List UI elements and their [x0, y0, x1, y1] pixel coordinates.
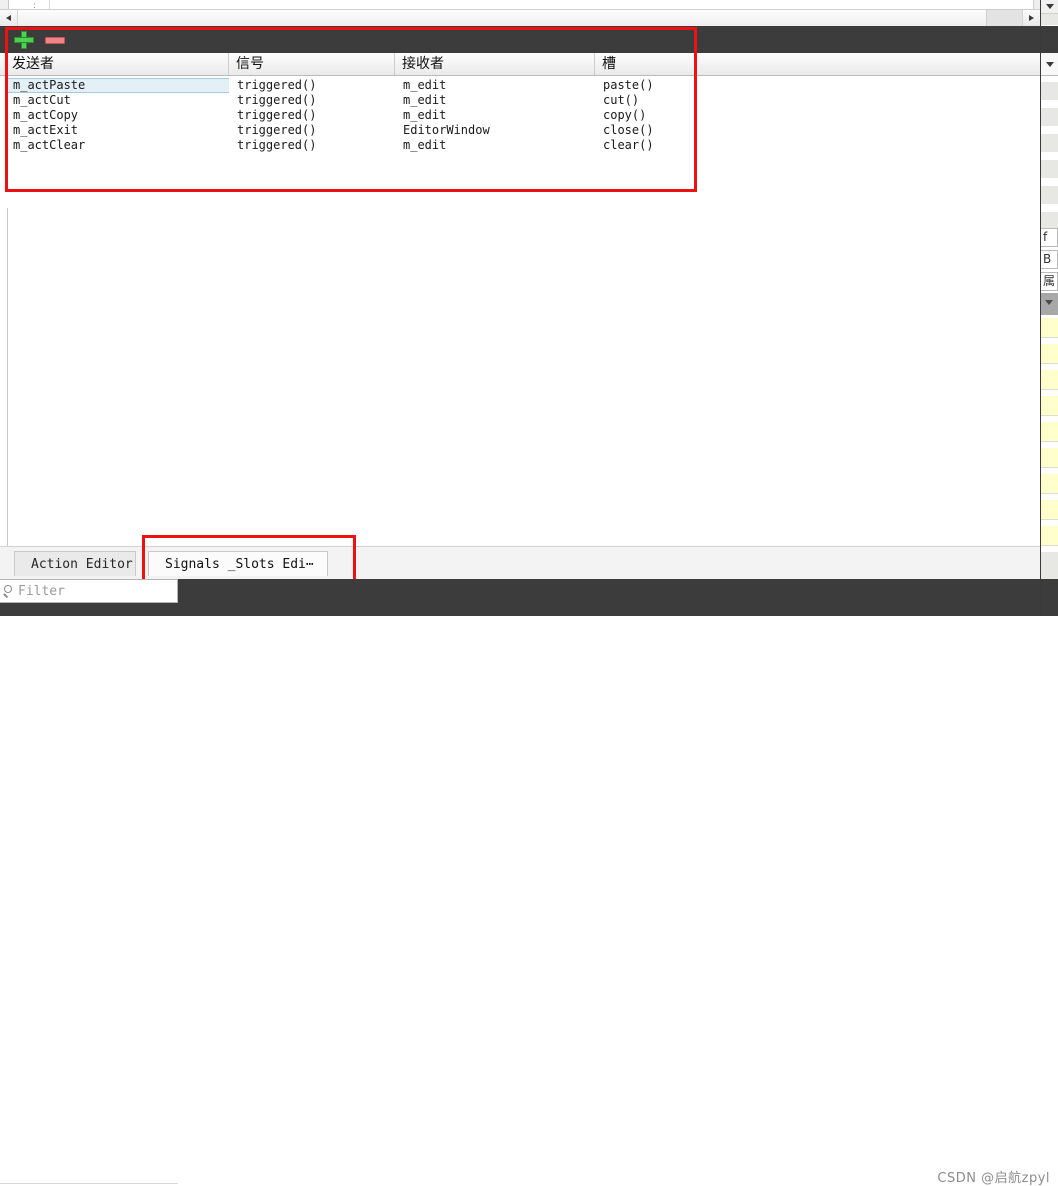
cell-receiver[interactable]: EditorWindow: [395, 123, 595, 138]
cell-receiver[interactable]: m_edit: [395, 93, 595, 108]
filter-underline: [0, 1183, 178, 1184]
connections-table-body: m_actPaste triggered() m_edit paste() m_…: [0, 76, 1040, 546]
right-panel-bottom-dark: [1041, 579, 1058, 616]
right-panel-band: [1041, 108, 1058, 126]
cell-slot[interactable]: copy(): [595, 108, 1040, 123]
arrow-left-icon: [6, 15, 11, 21]
cell-receiver[interactable]: m_edit: [395, 138, 595, 153]
filter-input[interactable]: Filter: [0, 579, 178, 603]
editor-tab-bar: Action Editor Signals _Slots Edi⋯: [0, 546, 1040, 579]
table-row[interactable]: m_actClear triggered() m_edit clear(): [0, 138, 1040, 153]
column-header-signal[interactable]: 信号: [229, 53, 395, 75]
remove-connection-button[interactable]: [45, 37, 65, 44]
column-header-sender[interactable]: 发送者: [5, 53, 229, 75]
cell-signal[interactable]: triggered(): [229, 108, 395, 123]
watermark: CSDN @启航zpyl: [937, 1171, 1050, 1186]
cell-sender[interactable]: m_actCut: [5, 93, 229, 108]
cell-signal[interactable]: triggered(): [229, 138, 395, 153]
right-panel-band: [1041, 160, 1058, 178]
right-panel-band: [1041, 552, 1058, 579]
table-row[interactable]: m_actCopy triggered() m_edit copy(): [0, 108, 1040, 123]
add-connection-button[interactable]: [14, 31, 34, 49]
scroll-right-button[interactable]: [1022, 10, 1040, 26]
table-row[interactable]: m_actPaste triggered() m_edit paste(): [0, 78, 1040, 93]
search-icon-handle: [3, 593, 9, 598]
right-panel-property-cell[interactable]: [1041, 448, 1058, 468]
right-panel-property-cell[interactable]: [1041, 396, 1058, 416]
arrow-right-icon: [1029, 15, 1034, 21]
cell-slot[interactable]: close(): [595, 123, 1040, 138]
tab-signals-slots-editor[interactable]: Signals _Slots Edi⋯: [148, 551, 328, 576]
right-panel-band: [1041, 186, 1058, 204]
signal-slot-editor-panel: 发送者 信号 接收者 槽 m_actPaste triggered() m_ed…: [0, 26, 1040, 546]
cell-sender[interactable]: m_actClear: [5, 138, 229, 153]
chevron-down-icon: [1045, 300, 1053, 305]
right-panel-dropdown-button[interactable]: [1041, 0, 1058, 14]
table-row[interactable]: m_actExit triggered() EditorWindow close…: [0, 123, 1040, 138]
right-panel-band: [1041, 14, 1058, 25]
right-panel-list-item[interactable]: f: [1041, 228, 1058, 247]
tab-action-editor[interactable]: Action Editor: [14, 551, 136, 576]
cell-sender[interactable]: m_actCopy: [5, 108, 229, 123]
right-panel-list-item[interactable]: 属: [1041, 272, 1058, 291]
right-panel-property-cell[interactable]: [1041, 474, 1058, 494]
cell-signal[interactable]: triggered(): [229, 123, 395, 138]
cell-sender[interactable]: m_actPaste: [5, 78, 229, 93]
horizontal-scrollbar-thumb[interactable]: [18, 10, 987, 26]
cell-receiver[interactable]: m_edit: [395, 108, 595, 123]
cell-signal[interactable]: triggered(): [229, 78, 395, 93]
plus-icon-bar: [14, 37, 34, 43]
scroll-left-button[interactable]: [0, 10, 18, 26]
chevron-down-icon: [1045, 61, 1054, 67]
left-panel-sliver: [0, 208, 8, 546]
right-panel-list-item[interactable]: B: [1041, 250, 1058, 269]
right-panel-dropdown-button-2[interactable]: [1041, 53, 1058, 76]
right-panel-property-cell[interactable]: [1041, 344, 1058, 364]
column-header-receiver[interactable]: 接收者: [395, 53, 595, 75]
right-panel-property-cell[interactable]: [1041, 526, 1058, 546]
cell-slot[interactable]: clear(): [595, 138, 1040, 153]
top-strip: ⋮: [0, 0, 1058, 28]
table-row[interactable]: m_actCut triggered() m_edit cut(): [0, 93, 1040, 108]
cell-sender[interactable]: m_actExit: [5, 123, 229, 138]
chevron-down-icon: [1045, 4, 1054, 9]
connections-table-header: 发送者 信号 接收者 槽: [0, 53, 1040, 76]
filter-row: Filter CSDN @启航zpyl: [0, 579, 1058, 1186]
cell-receiver[interactable]: m_edit: [395, 78, 595, 93]
editor-toolbar: [0, 26, 1040, 53]
right-panel-property-cell[interactable]: [1041, 500, 1058, 520]
search-icon-lens: [4, 585, 12, 593]
cell-slot[interactable]: paste(): [595, 78, 1040, 93]
right-panel-band: [1041, 82, 1058, 100]
cell-signal[interactable]: triggered(): [229, 93, 395, 108]
right-panel-band: [1041, 134, 1058, 152]
column-header-slot[interactable]: 槽: [595, 53, 1040, 75]
search-icon: [3, 585, 16, 598]
right-panel-sliver: f B 属: [1040, 0, 1058, 616]
right-panel-dark-strip: [1041, 26, 1058, 53]
right-panel-property-cell[interactable]: [1041, 422, 1058, 442]
right-panel-property-cell[interactable]: [1041, 370, 1058, 390]
right-panel-property-cell[interactable]: [1041, 318, 1058, 338]
horizontal-scrollbar-track[interactable]: [987, 10, 1022, 26]
filter-placeholder: Filter: [18, 584, 65, 599]
cell-slot[interactable]: cut(): [595, 93, 1040, 108]
